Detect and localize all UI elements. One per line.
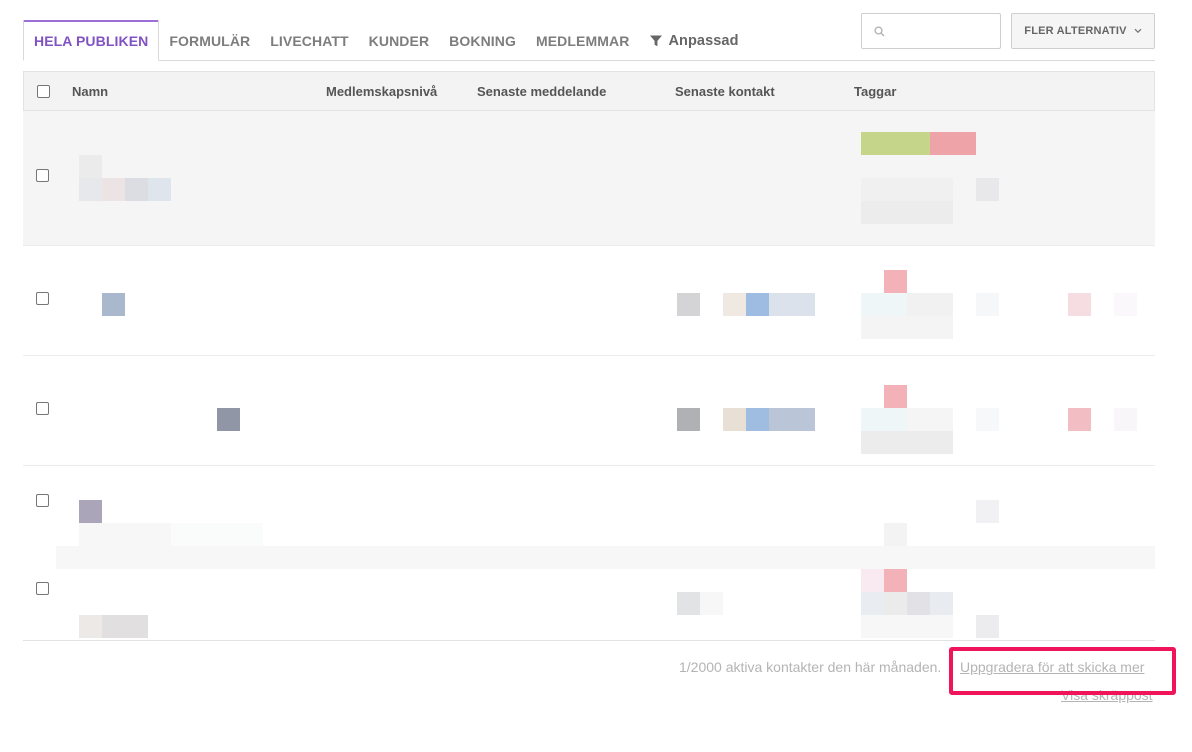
tab-booking[interactable]: BOKNING xyxy=(439,20,526,61)
tab-members[interactable]: MEDLEMMAR xyxy=(526,20,639,61)
row-checkbox[interactable] xyxy=(36,402,49,415)
table-row[interactable] xyxy=(23,111,1155,246)
redacted-contact xyxy=(700,592,723,615)
upgrade-link[interactable]: Uppgradera för att skicka mer xyxy=(960,659,1144,675)
filter-icon xyxy=(649,34,663,48)
column-last-contact[interactable]: Senaste kontakt xyxy=(675,84,775,99)
redacted-tag xyxy=(861,615,953,638)
select-all-checkbox[interactable] xyxy=(37,85,50,98)
contacts-table: Namn Medlemskapsnivå Senaste meddelande … xyxy=(23,71,1155,638)
redacted-tag xyxy=(907,408,953,431)
redacted-tag xyxy=(907,293,953,316)
tab-custom[interactable]: Anpassad xyxy=(639,20,748,61)
redacted-tag xyxy=(861,316,953,339)
redacted-contact xyxy=(677,408,700,431)
search-input[interactable] xyxy=(891,14,991,48)
redacted-tag xyxy=(976,408,999,431)
redacted-tag xyxy=(861,408,907,431)
redacted-tag xyxy=(976,615,999,638)
redacted-tag xyxy=(976,500,999,523)
chevron-down-icon xyxy=(1134,28,1142,34)
active-contacts-counter: 1/2000 aktiva kontakter den här månaden. xyxy=(679,659,942,675)
table-row[interactable] xyxy=(23,466,1155,546)
table-footer-divider xyxy=(23,640,1155,641)
more-options-button[interactable]: FLER ALTERNATIV xyxy=(1011,13,1155,49)
tab-customers[interactable]: KUNDER xyxy=(359,20,440,61)
tag-chip xyxy=(861,132,930,155)
table-row[interactable] xyxy=(23,541,1155,640)
tab-livechat[interactable]: LIVECHATT xyxy=(260,20,358,61)
redacted-tag xyxy=(976,178,999,201)
redacted-name xyxy=(102,615,148,638)
redacted-tag xyxy=(861,293,907,316)
more-options-label: FLER ALTERNATIV xyxy=(1024,25,1127,37)
column-tags[interactable]: Taggar xyxy=(854,84,896,99)
redacted-tag xyxy=(907,592,930,615)
redacted-contact xyxy=(769,293,815,316)
redacted-name xyxy=(102,178,125,201)
column-membership-level[interactable]: Medlemskapsnivå xyxy=(326,84,437,99)
redacted-tag xyxy=(861,178,953,201)
row-checkbox[interactable] xyxy=(36,582,49,595)
redacted-name xyxy=(79,615,102,638)
tab-custom-label: Anpassad xyxy=(668,32,739,49)
redacted-tag xyxy=(861,201,953,224)
redacted-tag xyxy=(1114,408,1137,431)
tab-all-audience[interactable]: HELA PUBLIKEN xyxy=(23,20,160,61)
redacted-contact xyxy=(746,293,769,316)
view-spam-link[interactable]: Visa skräppost xyxy=(1061,687,1153,703)
redacted-tag xyxy=(861,569,884,592)
row-checkbox[interactable] xyxy=(36,292,49,305)
column-last-message[interactable]: Senaste meddelande xyxy=(477,84,606,99)
redacted-contact xyxy=(723,293,746,316)
redacted-contact xyxy=(677,592,700,615)
audience-tabs: HELA PUBLIKEN FORMULÄR LIVECHATT KUNDER … xyxy=(23,20,749,61)
redacted-name xyxy=(125,178,148,201)
row-checkbox[interactable] xyxy=(36,494,49,507)
tag-chip xyxy=(884,569,907,592)
tabs-divider xyxy=(23,60,1155,61)
table-header: Namn Medlemskapsnivå Senaste meddelande … xyxy=(23,71,1155,111)
redacted-name xyxy=(79,155,102,178)
search-icon xyxy=(874,25,885,36)
tag-chip xyxy=(930,132,976,155)
redacted-name xyxy=(102,293,125,316)
search-field[interactable] xyxy=(861,13,1001,49)
redacted-tag xyxy=(1114,293,1137,316)
redacted-name xyxy=(79,178,102,201)
redacted-contact xyxy=(746,408,769,431)
redacted-tag xyxy=(930,592,953,615)
row-divider-band xyxy=(56,546,1155,569)
table-row[interactable] xyxy=(23,246,1155,356)
redacted-tag xyxy=(976,293,999,316)
redacted-tag xyxy=(884,592,907,615)
redacted-name xyxy=(148,178,171,201)
tag-chip xyxy=(884,385,907,408)
tag-chip xyxy=(884,270,907,293)
redacted-contact xyxy=(723,408,746,431)
redacted-tag xyxy=(861,431,953,454)
redacted-contact xyxy=(769,408,815,431)
redacted-tag xyxy=(861,592,884,615)
row-checkbox[interactable] xyxy=(36,169,49,182)
table-row[interactable] xyxy=(23,356,1155,466)
tab-forms[interactable]: FORMULÄR xyxy=(159,20,260,61)
redacted-tag xyxy=(1068,293,1091,316)
redacted-name xyxy=(79,500,102,523)
column-name[interactable]: Namn xyxy=(72,84,108,99)
redacted-name xyxy=(217,408,240,431)
redacted-tag xyxy=(1068,408,1091,431)
redacted-contact xyxy=(677,293,700,316)
